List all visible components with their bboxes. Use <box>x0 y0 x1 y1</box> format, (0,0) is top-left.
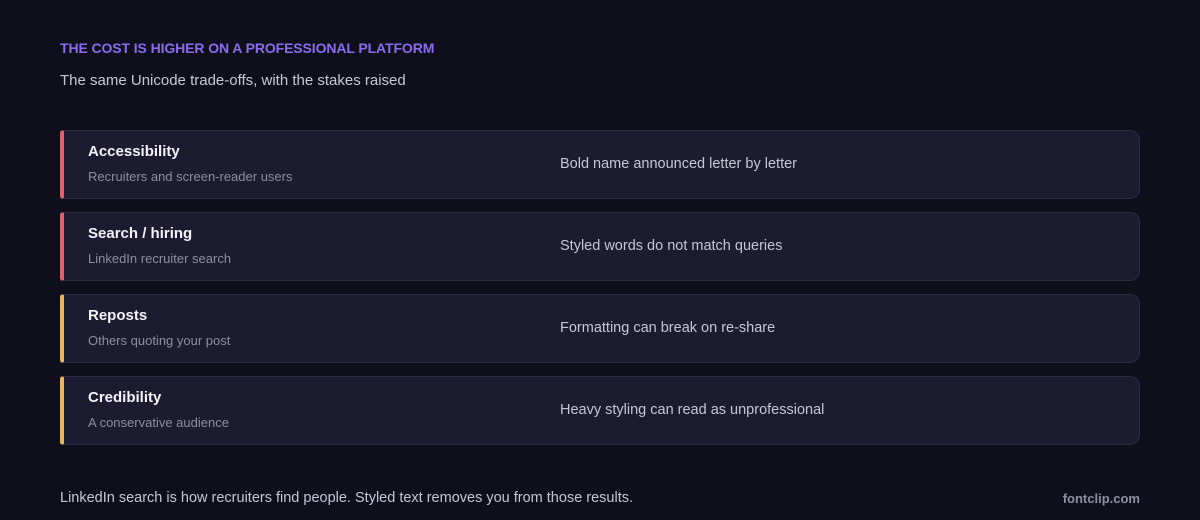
footer-note: LinkedIn search is how recruiters find p… <box>60 490 634 506</box>
tradeoff-row-search: Search / hiring LinkedIn recruiter searc… <box>60 212 1140 281</box>
row-subtitle: LinkedIn recruiter search <box>88 251 232 266</box>
row-effect: Bold name announced letter by letter <box>560 156 797 172</box>
tradeoff-row-credibility: Credibility A conservative audience Heav… <box>60 376 1140 445</box>
row-effect: Formatting can break on re-share <box>560 320 776 336</box>
row-subtitle: Recruiters and screen-reader users <box>88 169 293 184</box>
row-subtitle: Others quoting your post <box>88 333 231 348</box>
brand-label: fontclip.com <box>1062 491 1140 506</box>
row-title: Accessibility <box>88 143 180 160</box>
row-title: Reposts <box>88 307 148 324</box>
row-title: Credibility <box>88 389 162 406</box>
page-subtitle: The same Unicode trade-offs, with the st… <box>60 72 406 89</box>
row-effect: Heavy styling can read as unprofessional <box>560 402 825 418</box>
eyebrow-heading: THE COST IS HIGHER ON A PROFESSIONAL PLA… <box>60 40 435 56</box>
tradeoff-row-accessibility: Accessibility Recruiters and screen-read… <box>60 130 1140 199</box>
tradeoff-row-reposts: Reposts Others quoting your post Formatt… <box>60 294 1140 363</box>
row-effect: Styled words do not match queries <box>560 238 783 254</box>
row-title: Search / hiring <box>88 225 193 242</box>
tradeoff-list: Accessibility Recruiters and screen-read… <box>60 130 1140 458</box>
row-subtitle: A conservative audience <box>88 415 229 430</box>
